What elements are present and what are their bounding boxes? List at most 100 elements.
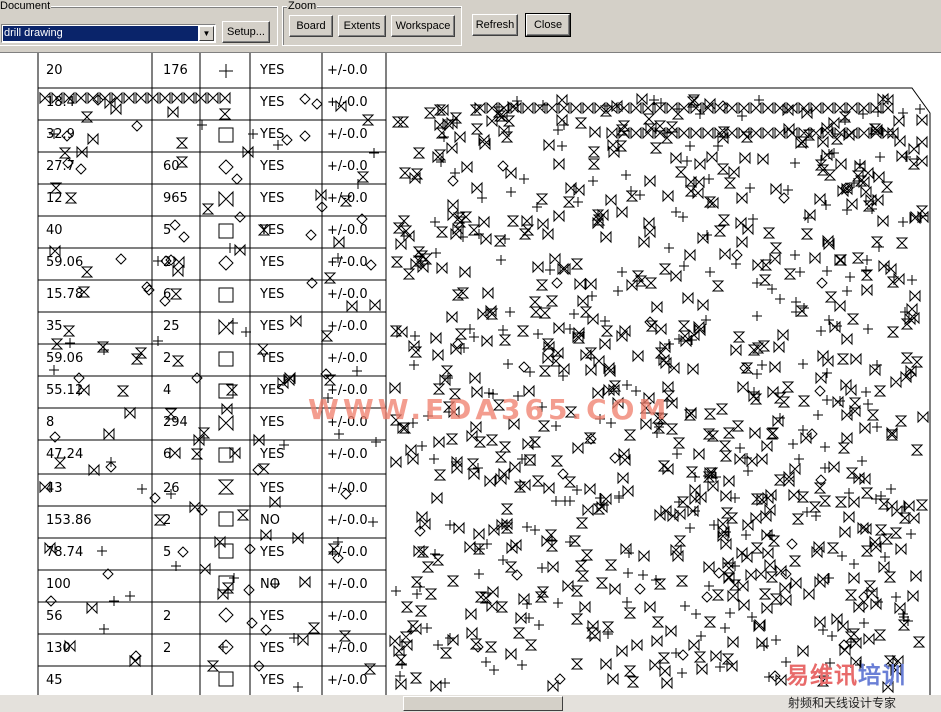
- drill-table-tol-cell: +/-0.0: [327, 481, 368, 496]
- scrollbar-thumb[interactable]: [403, 696, 563, 711]
- zoom-group-label: Zoom: [287, 0, 318, 12]
- drill-table-qty-cell: 2: [163, 513, 172, 528]
- logo-text-b: 培训: [858, 663, 906, 689]
- watermark-text: WWW.EDA365.COM: [308, 393, 671, 426]
- drill-table-size-cell: 45: [46, 673, 63, 688]
- setup-button[interactable]: Setup...: [222, 21, 270, 43]
- drill-symbols-path: [37, 53, 931, 695]
- drill-table-plated-cell: YES: [260, 287, 285, 302]
- drill-table-qty-cell: 5: [163, 223, 172, 238]
- drill-table-size-cell: 12: [46, 191, 63, 206]
- drill-table-plated-cell: YES: [260, 545, 285, 560]
- drill-table-qty-cell: 2: [163, 609, 172, 624]
- drill-table-plated-cell: YES: [260, 351, 285, 366]
- refresh-button[interactable]: Refresh: [472, 14, 518, 36]
- close-button[interactable]: Close: [525, 13, 571, 37]
- drill-table-size-cell: 130: [46, 641, 71, 656]
- drill-table-size-cell: 153.86: [46, 513, 92, 528]
- drill-table-plated-cell: YES: [260, 223, 285, 238]
- drill-table-size-cell: 32.9: [46, 127, 75, 142]
- drill-table-size-cell: 43: [46, 481, 63, 496]
- workspace-button[interactable]: Workspace: [391, 15, 455, 37]
- refresh-button-label: Refresh: [475, 19, 515, 31]
- drill-table-qty-cell: 6: [163, 447, 172, 462]
- document-dropdown-value: drill drawing: [3, 26, 198, 41]
- logo-subtitle: 射频和天线设计专家: [788, 696, 897, 710]
- drill-table-tol-cell: +/-0.0: [327, 287, 368, 302]
- drill-table-size-cell: 55.12: [46, 383, 84, 398]
- drill-table-tol-cell: +/-0.0: [327, 223, 368, 238]
- drill-table-tol-cell: +/-0.0: [327, 63, 368, 78]
- drill-table-qty-cell: 6: [163, 287, 172, 302]
- setup-button-label: Setup...: [227, 26, 265, 38]
- drill-table-qty-cell: 294: [163, 415, 188, 430]
- drill-table-size-cell: 18.4: [46, 95, 75, 110]
- document-group: Document drill drawing ▼ Setup...: [0, 0, 278, 46]
- drill-table-size-cell: 40: [46, 223, 63, 238]
- drill-table-tol-cell: +/-0.0: [327, 673, 368, 688]
- drill-table-plated-cell: YES: [260, 159, 285, 174]
- drill-table-size-cell: 100: [46, 577, 71, 592]
- drill-table-plated-cell: NO: [260, 577, 280, 592]
- drill-table-qty-cell: 2: [163, 351, 172, 366]
- drill-table-tol-cell: +/-0.0: [327, 545, 368, 560]
- chevron-down-icon[interactable]: ▼: [199, 26, 214, 41]
- drill-table-size-cell: 35: [46, 319, 63, 334]
- board-button[interactable]: Board: [289, 15, 333, 37]
- drill-table-tol-cell: +/-0.0: [327, 577, 368, 592]
- document-group-label: Document: [0, 0, 52, 12]
- zoom-group: Zoom Board Extents Workspace: [282, 0, 462, 46]
- brand-logo: 易维讯培训: [786, 656, 906, 690]
- drill-table-qty-cell: 60: [163, 159, 180, 174]
- drill-table-plated-cell: YES: [260, 641, 285, 656]
- drill-table-qty-cell: 26: [163, 481, 180, 496]
- drill-table-plated-cell: YES: [260, 255, 285, 270]
- drill-table-tol-cell: +/-0.0: [327, 641, 368, 656]
- drill-table-plated-cell: YES: [260, 63, 285, 78]
- workspace-button-label: Workspace: [395, 20, 451, 32]
- logo-text-a: 易维讯: [786, 663, 858, 689]
- drill-table-plated-cell: YES: [260, 127, 285, 142]
- drill-table-qty-cell: 2: [163, 641, 172, 656]
- drill-table-size-cell: 59.06: [46, 351, 84, 366]
- drill-table-qty-cell: 2: [163, 255, 172, 270]
- extents-button[interactable]: Extents: [338, 15, 386, 37]
- drawing-canvas[interactable]: 20 176 YES +/-0.0 18.4 YES +/-0.0 32.9 YES +/-0.0…: [0, 53, 941, 695]
- drill-table-plated-cell: YES: [260, 415, 285, 430]
- drill-table-tol-cell: +/-0.0: [327, 609, 368, 624]
- drill-table-qty-cell: 4: [163, 383, 172, 398]
- drill-table-qty-cell: 5: [163, 545, 172, 560]
- drill-table-plated-cell: YES: [260, 383, 285, 398]
- drill-table-tol-cell: +/-0.0: [327, 95, 368, 110]
- drill-table-tol-cell: +/-0.0: [327, 191, 368, 206]
- drill-table-tol-cell: +/-0.0: [327, 255, 368, 270]
- drill-table-tol-cell: +/-0.0: [327, 351, 368, 366]
- drill-table-size-cell: 8: [46, 415, 55, 430]
- drill-table-plated-cell: YES: [260, 447, 285, 462]
- drill-table-plated-cell: YES: [260, 673, 285, 688]
- drill-table-tol-cell: +/-0.0: [327, 447, 368, 462]
- drill-table-plated-cell: YES: [260, 191, 285, 206]
- drill-table-plated-cell: YES: [260, 95, 285, 110]
- board-button-label: Board: [296, 20, 326, 32]
- drill-table-size-cell: 20: [46, 63, 63, 78]
- drill-table-tol-cell: +/-0.0: [327, 159, 368, 174]
- drill-table-qty-cell: 965: [163, 191, 188, 206]
- drill-table-size-cell: 47.24: [46, 447, 84, 462]
- drill-table-size-cell: 27.7: [46, 159, 75, 174]
- drill-table-size-cell: 78.74: [46, 545, 84, 560]
- drill-table-tol-cell: +/-0.0: [327, 319, 368, 334]
- document-dropdown[interactable]: drill drawing ▼: [1, 24, 216, 43]
- drill-table-size-cell: 56: [46, 609, 63, 624]
- drill-table-plated-cell: YES: [260, 319, 285, 334]
- drill-table-qty-cell: 25: [163, 319, 180, 334]
- drill-table-size-cell: 15.78: [46, 287, 84, 302]
- toolbar: Document drill drawing ▼ Setup... Zoom B…: [0, 0, 941, 53]
- drill-table-plated-cell: NO: [260, 513, 280, 528]
- drill-drawing-svg: [37, 53, 931, 695]
- drill-table-size-cell: 59.06: [46, 255, 84, 270]
- drill-table-tol-cell: +/-0.0: [327, 127, 368, 142]
- close-button-label: Close: [533, 19, 563, 31]
- extents-button-label: Extents: [343, 20, 381, 32]
- drill-table-qty-cell: 176: [163, 63, 188, 78]
